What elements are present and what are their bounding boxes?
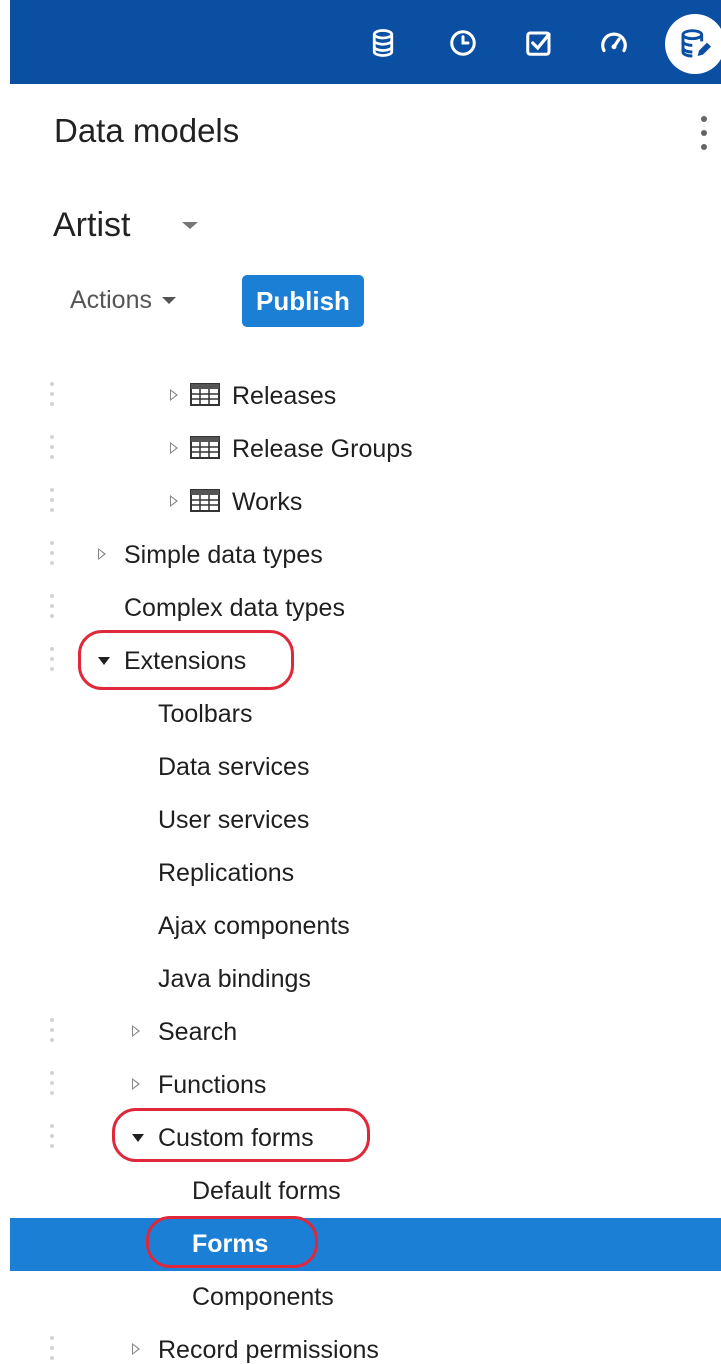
tree-item-simple-data-types[interactable]: Simple data types xyxy=(10,529,721,582)
page-title: Data models xyxy=(54,112,240,149)
drag-handle-icon[interactable] xyxy=(48,435,56,461)
tree-item-label: Java bindings xyxy=(158,965,311,993)
tree-item-label: Search xyxy=(158,1018,238,1046)
tree-item-label: User services xyxy=(158,806,310,834)
drag-handle-icon[interactable] xyxy=(48,1124,56,1150)
data-model-edit-icon[interactable] xyxy=(665,14,721,74)
tree-item-forms[interactable]: Forms xyxy=(10,1218,721,1271)
actions-label: Actions xyxy=(70,286,152,314)
top-navigation-bar xyxy=(10,0,721,84)
drag-handle-icon[interactable] xyxy=(48,382,56,408)
drag-handle-icon[interactable] xyxy=(48,488,56,514)
tree-item-complex-data-types[interactable]: Complex data types xyxy=(10,582,721,635)
tree-item-record-permissions[interactable]: Record permissions xyxy=(10,1324,721,1364)
caret-right-icon[interactable] xyxy=(98,548,106,560)
tree-item-replications[interactable]: Replications xyxy=(10,847,721,900)
tree-item-label: Simple data types xyxy=(124,541,323,569)
highlight-annotation xyxy=(146,1216,318,1268)
tree-item-label: Ajax components xyxy=(158,912,350,940)
table-icon xyxy=(190,383,220,406)
table-icon xyxy=(190,489,220,512)
task-check-icon[interactable] xyxy=(523,27,555,59)
drag-handle-icon[interactable] xyxy=(48,1336,56,1362)
publish-button[interactable]: Publish xyxy=(242,275,364,327)
tree-item-works[interactable]: Works xyxy=(10,476,721,529)
tree-item-components[interactable]: Components xyxy=(10,1271,721,1324)
table-icon xyxy=(190,436,220,459)
drag-handle-icon[interactable] xyxy=(48,541,56,567)
tree-item-functions[interactable]: Functions xyxy=(10,1059,721,1112)
window-edge xyxy=(0,0,10,1364)
tree-item-label: Components xyxy=(192,1283,334,1311)
drag-handle-icon[interactable] xyxy=(48,647,56,673)
model-dropdown-caret-icon[interactable] xyxy=(182,222,198,229)
tree-item-label: Releases xyxy=(232,382,337,410)
tree-item-data-services[interactable]: Data services xyxy=(10,741,721,794)
actions-menu-button[interactable]: Actions xyxy=(70,286,176,315)
drag-handle-icon[interactable] xyxy=(48,594,56,620)
tree-item-default-forms[interactable]: Default forms xyxy=(10,1165,721,1218)
caret-down-icon xyxy=(161,297,176,304)
tree-item-label: Complex data types xyxy=(124,594,345,622)
tree-item-label: Release Groups xyxy=(232,435,413,463)
tree-item-releases[interactable]: Releases xyxy=(10,370,721,423)
database-icon[interactable] xyxy=(367,27,399,59)
data-model-name[interactable]: Artist xyxy=(53,206,130,245)
tree-item-label: Works xyxy=(232,488,303,516)
tree-item-java-bindings[interactable]: Java bindings xyxy=(10,953,721,1006)
tree-item-user-services[interactable]: User services xyxy=(10,794,721,847)
tree-item-label: Replications xyxy=(158,859,295,887)
tree-item-label: Record permissions xyxy=(158,1336,379,1364)
tree-item-label: Toolbars xyxy=(158,700,253,728)
tree-item-label: Functions xyxy=(158,1071,267,1099)
tree-item-label: Default forms xyxy=(192,1177,341,1205)
more-options-icon[interactable] xyxy=(697,114,711,154)
caret-right-icon[interactable] xyxy=(170,442,178,454)
tree-item-release-groups[interactable]: Release Groups xyxy=(10,423,721,476)
tree-item-label: Data services xyxy=(158,753,310,781)
caret-right-icon[interactable] xyxy=(132,1078,140,1090)
drag-handle-icon[interactable] xyxy=(48,1071,56,1097)
caret-right-icon[interactable] xyxy=(170,495,178,507)
caret-right-icon[interactable] xyxy=(132,1025,140,1037)
tree-item-search[interactable]: Search xyxy=(10,1006,721,1059)
tree-item-toolbars[interactable]: Toolbars xyxy=(10,688,721,741)
history-clock-icon[interactable] xyxy=(447,27,479,59)
caret-right-icon[interactable] xyxy=(170,389,178,401)
highlight-annotation xyxy=(112,1108,370,1162)
highlight-annotation xyxy=(78,630,294,690)
tree-item-ajax-components[interactable]: Ajax components xyxy=(10,900,721,953)
dashboard-gauge-icon[interactable] xyxy=(598,27,630,59)
caret-right-icon[interactable] xyxy=(132,1343,140,1355)
drag-handle-icon[interactable] xyxy=(48,1018,56,1044)
